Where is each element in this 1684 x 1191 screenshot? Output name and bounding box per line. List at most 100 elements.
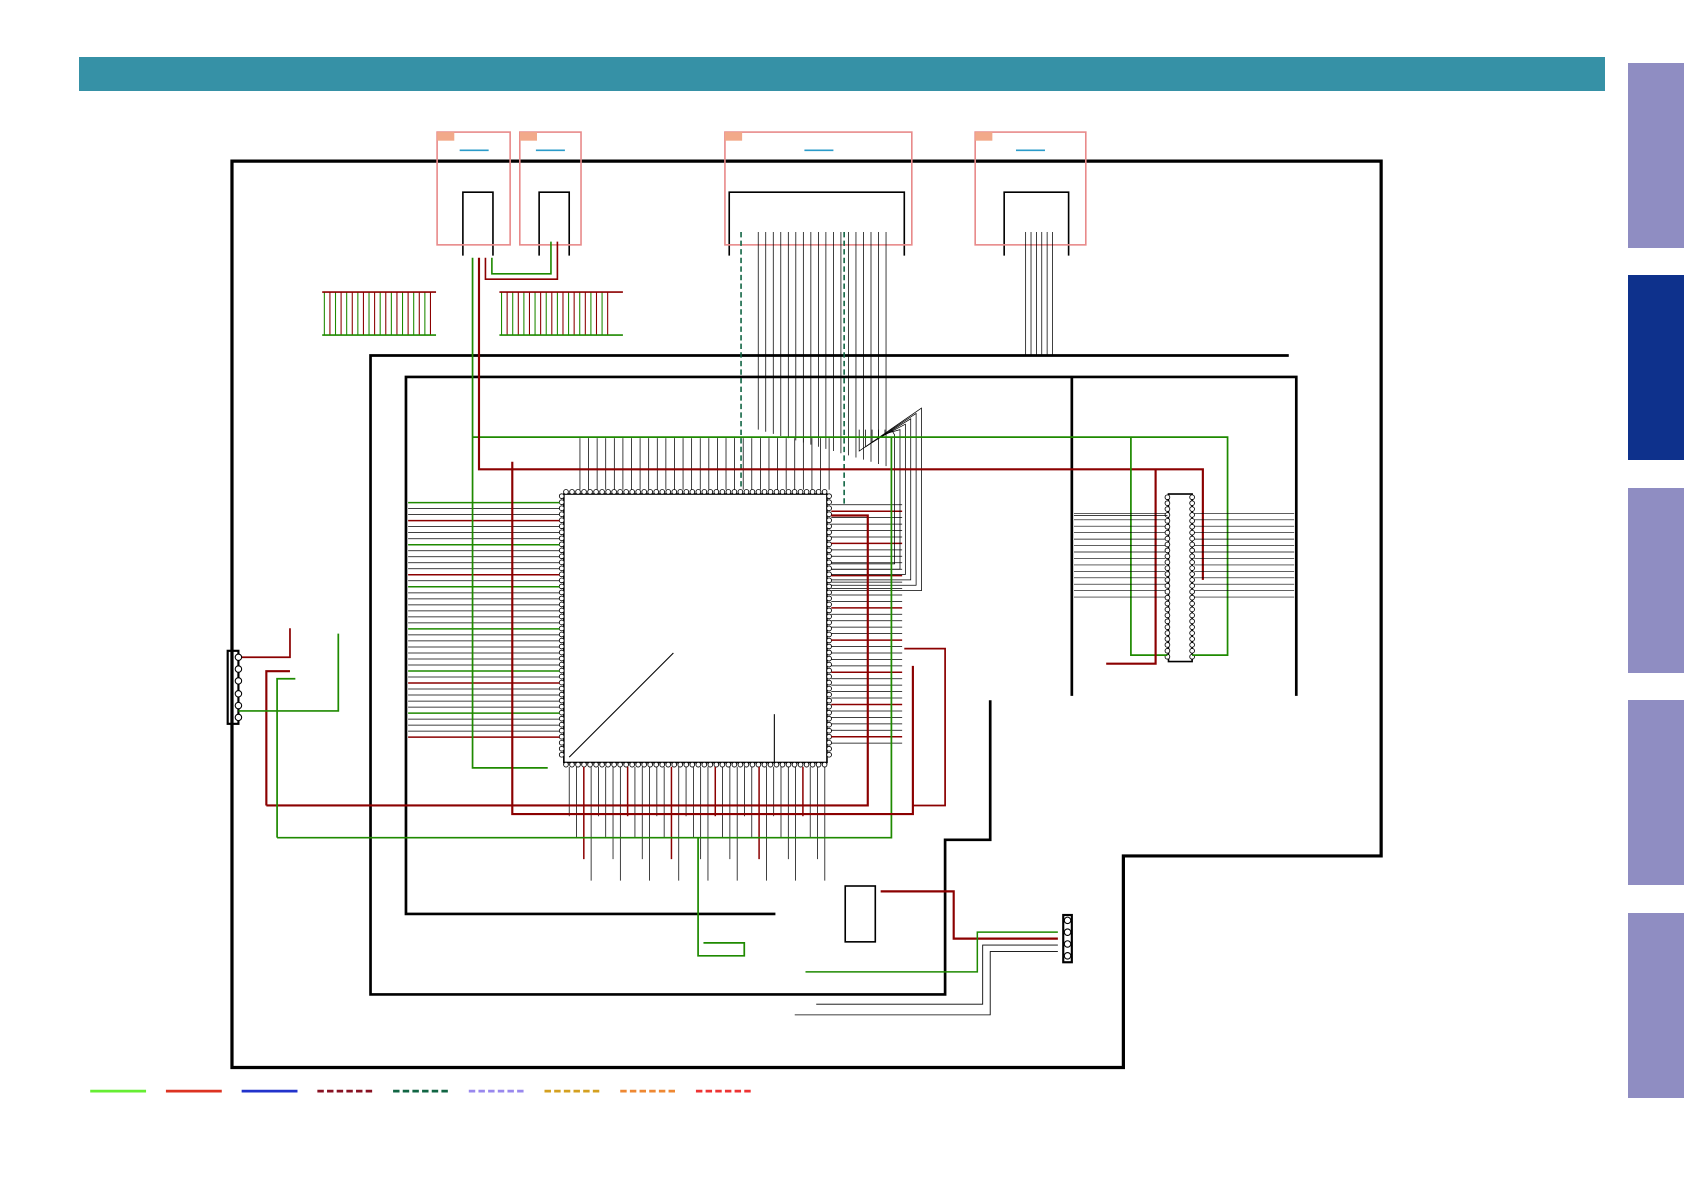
pin xyxy=(665,761,672,768)
pin xyxy=(821,761,828,768)
pin xyxy=(725,489,732,495)
pin xyxy=(558,625,565,632)
pin xyxy=(575,489,581,495)
pin xyxy=(826,715,832,722)
pin xyxy=(826,547,832,554)
secondary-ic xyxy=(1167,493,1193,663)
small-ic xyxy=(844,885,877,943)
pin xyxy=(581,761,587,768)
pin xyxy=(797,761,804,768)
pin xyxy=(558,721,565,728)
pin xyxy=(719,761,726,768)
pin xyxy=(826,673,832,680)
pin xyxy=(826,553,832,560)
pin xyxy=(558,517,565,524)
pin xyxy=(558,547,565,554)
pin xyxy=(761,489,768,495)
pin xyxy=(701,489,708,495)
pin xyxy=(826,565,832,572)
pin xyxy=(826,523,832,530)
pin xyxy=(558,619,565,626)
pin xyxy=(558,751,565,758)
pin xyxy=(558,535,565,542)
pin xyxy=(659,761,666,768)
pin xyxy=(558,511,565,517)
pin xyxy=(558,697,565,704)
pin xyxy=(826,637,832,644)
pin xyxy=(826,643,832,650)
pin xyxy=(605,489,611,495)
pin xyxy=(826,535,832,542)
pin xyxy=(558,493,565,499)
pin xyxy=(653,489,659,495)
trace xyxy=(276,677,296,838)
pin xyxy=(653,761,659,768)
pin xyxy=(623,489,629,495)
pin xyxy=(558,739,565,746)
pin xyxy=(599,489,605,495)
pin xyxy=(677,761,684,768)
pin xyxy=(558,613,565,620)
trace xyxy=(238,628,291,659)
pin xyxy=(809,761,816,768)
pin xyxy=(569,761,575,768)
pin xyxy=(558,577,565,584)
pin xyxy=(719,489,726,495)
pin xyxy=(635,489,641,495)
pin xyxy=(731,761,738,768)
pin xyxy=(785,489,792,495)
pin xyxy=(773,761,780,768)
pin xyxy=(826,703,832,710)
region-outline-2 xyxy=(404,375,1298,916)
pin xyxy=(558,661,565,668)
trace xyxy=(831,429,901,570)
pin xyxy=(826,493,832,499)
pin xyxy=(826,499,832,505)
pin xyxy=(826,679,832,686)
pin xyxy=(558,571,565,578)
pin xyxy=(826,631,832,638)
pin xyxy=(659,489,666,495)
pin xyxy=(635,761,641,768)
pin xyxy=(821,489,828,495)
pin xyxy=(785,761,792,768)
pin xyxy=(826,625,832,632)
pin xyxy=(815,761,822,768)
pin xyxy=(558,709,565,716)
board-outline xyxy=(230,159,1383,1070)
pin xyxy=(599,761,605,768)
pin xyxy=(767,761,774,768)
pin xyxy=(826,595,832,602)
pin xyxy=(826,745,832,752)
pin xyxy=(563,489,569,495)
pin xyxy=(647,489,653,495)
pin xyxy=(641,761,647,768)
pin xyxy=(826,733,832,740)
pin xyxy=(558,583,565,590)
pin xyxy=(826,739,832,746)
pin xyxy=(779,761,786,768)
pin xyxy=(826,559,832,566)
pin xyxy=(558,715,565,722)
pin xyxy=(826,577,832,584)
pin xyxy=(826,589,832,596)
pin xyxy=(797,489,804,495)
pin xyxy=(558,589,565,596)
pin xyxy=(558,685,565,692)
pin xyxy=(803,489,810,495)
pin xyxy=(791,761,798,768)
pin xyxy=(629,489,635,495)
pin xyxy=(558,505,565,511)
pin xyxy=(826,751,832,758)
pin xyxy=(558,541,565,548)
main-ic xyxy=(563,493,828,764)
pin xyxy=(826,571,832,578)
pin xyxy=(826,709,832,716)
pin xyxy=(755,761,762,768)
pin xyxy=(665,489,672,495)
pin xyxy=(826,601,832,608)
pin xyxy=(701,761,708,768)
pin xyxy=(826,583,832,590)
pin xyxy=(815,489,822,495)
pin xyxy=(826,655,832,662)
